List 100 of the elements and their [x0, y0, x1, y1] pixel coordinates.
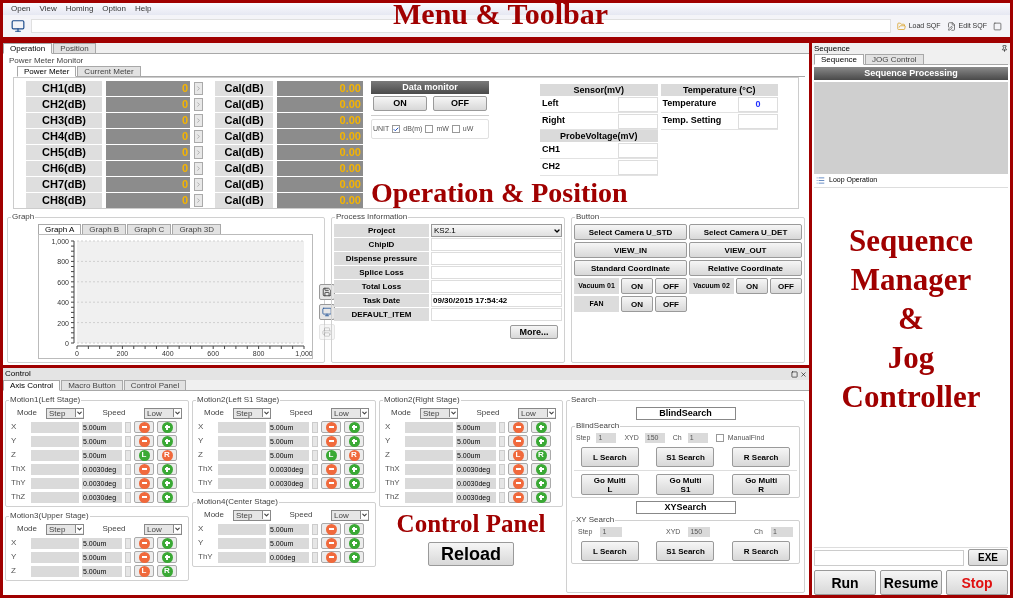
arrow-button[interactable]	[194, 178, 203, 191]
toggle-button[interactable]: OFF	[433, 96, 487, 111]
minus-button[interactable]	[321, 523, 341, 535]
minus-button[interactable]	[321, 537, 341, 549]
float-icon[interactable]	[791, 370, 798, 378]
minus-button[interactable]	[321, 463, 341, 475]
button[interactable]: VIEW_OUT	[689, 242, 802, 258]
plus-button[interactable]	[157, 477, 177, 489]
tab[interactable]: Power Meter	[17, 66, 77, 77]
button[interactable]: Relative Coordinate	[689, 260, 802, 276]
toolbar-icon[interactable]	[993, 21, 1002, 31]
spin-button[interactable]	[125, 551, 131, 563]
plus-button[interactable]	[157, 491, 177, 503]
search-button[interactable]: S1 Search	[656, 447, 715, 467]
multi-button[interactable]: Go Multi S1	[656, 474, 715, 495]
minus-button[interactable]	[508, 421, 528, 433]
mode-dropdown[interactable]: Step	[233, 509, 271, 521]
spin-button[interactable]	[312, 477, 318, 489]
mode-dropdown[interactable]: Step	[46, 523, 84, 535]
value-field[interactable]: 09/30/2015 17:54:42	[431, 294, 562, 307]
arrow-button[interactable]	[194, 130, 203, 143]
plus-button[interactable]	[344, 551, 364, 563]
plus-button[interactable]	[531, 477, 551, 489]
search-button[interactable]: L Search	[580, 447, 639, 467]
off-button[interactable]: OFF	[655, 278, 687, 294]
plus-button[interactable]	[344, 463, 364, 475]
arrow-button[interactable]	[194, 82, 203, 95]
spin-button[interactable]	[312, 449, 318, 461]
menu-item[interactable]: Homing	[65, 3, 94, 15]
arrow-button[interactable]	[194, 162, 203, 175]
action-button[interactable]: Resume	[880, 570, 942, 595]
spin-button[interactable]	[312, 551, 318, 563]
spin-button[interactable]	[125, 463, 131, 475]
value-field[interactable]	[431, 266, 562, 279]
plus-button[interactable]	[344, 421, 364, 433]
spin-button[interactable]	[499, 449, 505, 461]
tab[interactable]: Current Meter	[77, 66, 141, 77]
value-field[interactable]	[431, 252, 562, 265]
minus-button[interactable]	[321, 421, 341, 433]
plus-button[interactable]	[344, 477, 364, 489]
search-button[interactable]: R Search	[732, 541, 791, 561]
mode-dropdown[interactable]: Step	[420, 407, 458, 419]
minus-button[interactable]	[321, 435, 341, 447]
off-button[interactable]: OFF	[655, 296, 687, 312]
plus-button[interactable]	[157, 537, 177, 549]
plus-button[interactable]	[157, 421, 177, 433]
off-button[interactable]: OFF	[770, 278, 802, 294]
plus-button[interactable]	[344, 537, 364, 549]
minus-button[interactable]	[508, 463, 528, 475]
spin-button[interactable]	[499, 421, 505, 433]
action-button[interactable]: Stop	[946, 570, 1008, 595]
arrow-button[interactable]	[194, 114, 203, 127]
spin-button[interactable]	[125, 565, 131, 577]
mode-dropdown[interactable]: Step	[46, 407, 84, 419]
spin-button[interactable]	[312, 537, 318, 549]
command-field[interactable]	[814, 549, 964, 566]
spin-button[interactable]	[499, 435, 505, 447]
value-field[interactable]	[431, 308, 562, 321]
spin-button[interactable]	[125, 477, 131, 489]
menu-item[interactable]: View	[39, 3, 57, 15]
multi-button[interactable]: Go Multi L	[580, 474, 639, 495]
speed-dropdown[interactable]: Low	[331, 407, 369, 419]
menu-item[interactable]: Option	[102, 3, 126, 15]
speed-dropdown[interactable]: Low	[518, 407, 556, 419]
checkbox[interactable]	[715, 434, 724, 442]
spin-button[interactable]	[499, 491, 505, 503]
minus-button[interactable]	[134, 551, 154, 563]
plus-button[interactable]	[531, 463, 551, 475]
on-button[interactable]: ON	[621, 296, 653, 312]
minus-button[interactable]	[134, 537, 154, 549]
speed-dropdown[interactable]: Low	[331, 509, 369, 521]
speed-dropdown[interactable]: Low	[144, 523, 182, 535]
action-button[interactable]: Run	[814, 570, 876, 595]
exe-button[interactable]: EXE	[968, 549, 1008, 566]
minus-button[interactable]	[321, 477, 341, 489]
plus-button[interactable]	[344, 435, 364, 447]
monitor-icon[interactable]	[11, 19, 25, 33]
spin-button[interactable]	[312, 435, 318, 447]
mode-dropdown[interactable]: Step	[233, 407, 271, 419]
menu-item[interactable]: Open	[11, 3, 31, 15]
on-button[interactable]: ON	[621, 278, 653, 294]
search-button[interactable]: S1 Search	[656, 541, 715, 561]
spin-button[interactable]	[312, 523, 318, 535]
arrow-button[interactable]	[194, 146, 203, 159]
button[interactable]: Select Camera U_STD	[574, 224, 687, 240]
minus-button[interactable]	[134, 477, 154, 489]
spin-button[interactable]	[499, 477, 505, 489]
search-button[interactable]: L Search	[580, 541, 639, 561]
minus-button[interactable]	[508, 435, 528, 447]
more-button[interactable]: More...	[510, 325, 558, 339]
spin-button[interactable]	[125, 435, 131, 447]
menu-item[interactable]: Help	[134, 3, 152, 15]
spin-button[interactable]	[125, 421, 131, 433]
multi-button[interactable]: Go Multi R	[732, 474, 791, 495]
pin-icon[interactable]	[1001, 45, 1008, 52]
minus-button[interactable]	[134, 463, 154, 475]
minus-button[interactable]	[508, 477, 528, 489]
plus-button[interactable]	[531, 421, 551, 433]
button[interactable]: Standard Coordinate	[574, 260, 687, 276]
on-button[interactable]: ON	[736, 278, 768, 294]
